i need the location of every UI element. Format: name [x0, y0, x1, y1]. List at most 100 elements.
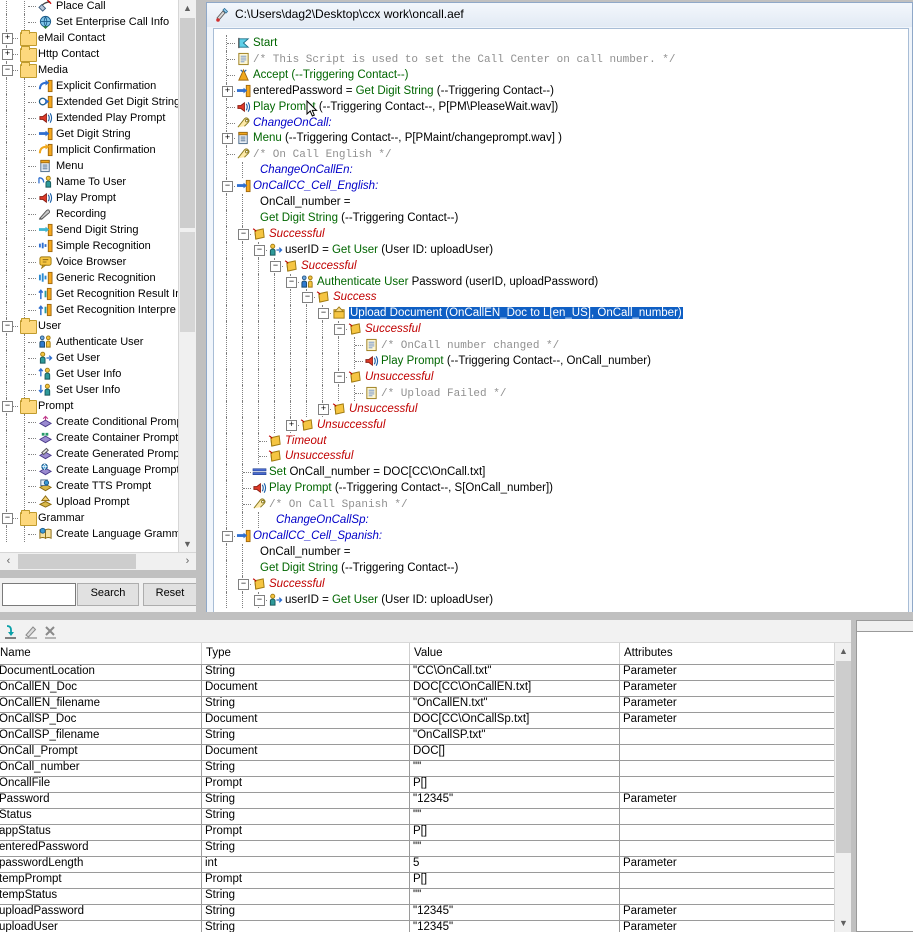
grid-scroll-up-icon[interactable]: ▲ [835, 643, 851, 660]
palette-item[interactable]: Create Container Prompt [0, 430, 178, 446]
palette-tree-panel[interactable]: Place Call Set Enterprise Call Info + eMail… [0, 0, 196, 570]
script-row[interactable]: − Upload Document (OnCallEN_Doc to L[en_U… [214, 305, 894, 321]
palette-item[interactable]: Create Generated Promp [0, 446, 178, 462]
variables-vertical-scrollbar[interactable]: ▲ ▼ [834, 643, 851, 932]
search-input[interactable] [2, 583, 76, 606]
palette-item[interactable]: Get Recognition Result In [0, 286, 178, 302]
script-row[interactable]: /* On Call English */ [214, 146, 894, 162]
script-row[interactable]: − Successful [214, 321, 894, 337]
script-row[interactable]: − Successful [214, 226, 894, 242]
script-expander-minus-icon[interactable]: − [238, 229, 249, 240]
expander-minus-icon[interactable]: − [2, 65, 13, 76]
palette-item[interactable]: Get Recognition Interpre [0, 302, 178, 318]
palette-horizontal-scrollbar[interactable]: ‹ › [0, 552, 196, 570]
script-row[interactable]: − Success [214, 289, 894, 305]
script-expander-minus-icon[interactable]: − [222, 531, 233, 542]
script-row[interactable]: Get Digit String (--Triggering Contact--… [214, 560, 894, 576]
table-row[interactable]: OnCallSP_Doc Document DOC[CC\OnCallSp.txt]… [0, 712, 851, 729]
grid-scroll-thumb[interactable] [836, 661, 851, 853]
palette-vertical-scrollbar[interactable]: ▲ ▼ [178, 0, 196, 553]
palette-item[interactable]: Set Enterprise Call Info [0, 14, 178, 30]
script-row[interactable]: Accept (--Triggering Contact--) [214, 67, 894, 83]
script-expander-plus-icon[interactable]: + [222, 133, 233, 144]
table-row[interactable]: OnCall_number String "" [0, 760, 851, 777]
script-row[interactable]: ChangeOnCall: [214, 115, 894, 131]
palette-item[interactable]: Implicit Confirmation [0, 142, 178, 158]
script-row[interactable]: ChangeOnCallEn: [214, 162, 894, 178]
scroll-thumb-upper[interactable] [180, 18, 195, 228]
column-header-name[interactable]: Name [0, 643, 201, 664]
script-expander-plus-icon[interactable]: + [318, 404, 329, 415]
table-row[interactable]: OnCall_Prompt Document DOC[] [0, 744, 851, 761]
column-header-attributes[interactable]: Attributes [619, 643, 830, 664]
palette-item[interactable]: Create Conditional Promp [0, 414, 178, 430]
reset-button[interactable]: Reset [143, 583, 197, 606]
script-row[interactable]: − Successful [214, 258, 894, 274]
script-row[interactable]: Play Prompt (--Triggering Contact--, OnC… [214, 353, 894, 369]
expander-plus-icon[interactable]: + [2, 49, 13, 60]
variables-grid[interactable]: Name Type Value Attributes DocumentLocation… [0, 643, 851, 932]
expander-plus-icon[interactable]: + [2, 33, 13, 44]
script-row[interactable]: + Menu (--Triggering Contact--, P[PMaint/… [214, 130, 894, 146]
script-canvas-scrollarea[interactable]: Start /* This Script is used to set the C… [213, 28, 909, 613]
palette-item-folder[interactable]: + Http Contact [0, 46, 178, 62]
script-row[interactable]: Set OnCall_number = DOC[CC\OnCall.txt] [214, 464, 894, 480]
script-row[interactable]: /* This Script is used to set the Call C… [214, 51, 894, 67]
palette-item[interactable]: Recording [0, 206, 178, 222]
palette-item[interactable]: Generic Recognition [0, 270, 178, 286]
grid-scroll-down-icon[interactable]: ▼ [835, 915, 851, 932]
script-row[interactable]: OnCall_number = [214, 544, 894, 560]
script-row[interactable]: /* OnCall number changed */ [214, 337, 894, 353]
scroll-right-icon[interactable]: › [179, 553, 196, 570]
palette-item[interactable]: Set User Info [0, 382, 178, 398]
palette-item[interactable]: Authenticate User [0, 334, 178, 350]
script-row[interactable]: Play Prompt (--Triggering Contact--, S[O… [214, 480, 894, 496]
table-row[interactable]: tempPrompt Prompt P[] [0, 872, 851, 889]
script-row[interactable]: Timeout [214, 433, 894, 449]
script-row[interactable]: − OnCallCC_Cell_Spanish: [214, 528, 894, 544]
palette-item[interactable]: Place Call [0, 0, 178, 14]
table-row[interactable]: DocumentLocation String "CC\OnCall.txt" Par… [0, 664, 851, 681]
column-header-type[interactable]: Type [201, 643, 409, 664]
column-header-value[interactable]: Value [409, 643, 619, 664]
table-row[interactable]: OncallFile Prompt P[] [0, 776, 851, 793]
script-expander-minus-icon[interactable]: − [238, 579, 249, 590]
table-row[interactable]: passwordLength int 5 Parameter [0, 856, 851, 873]
table-row[interactable]: uploadUser String "12345" Parameter [0, 920, 851, 932]
palette-item[interactable]: Create Language Gramm [0, 526, 178, 542]
script-tree[interactable]: Start /* This Script is used to set the C… [214, 29, 894, 612]
script-expander-minus-icon[interactable]: − [254, 595, 265, 606]
search-button[interactable]: Search [77, 583, 139, 606]
palette-item[interactable]: Explicit Confirmation [0, 78, 178, 94]
palette-item[interactable]: Voice Browser [0, 254, 178, 270]
script-expander-plus-icon[interactable]: + [222, 86, 233, 97]
palette-item[interactable]: Extended Get Digit String [0, 94, 178, 110]
vertical-splitter[interactable] [196, 0, 206, 612]
script-row[interactable]: + Unsuccessful [214, 401, 894, 417]
script-row[interactable]: OnCall_number = [214, 194, 894, 210]
palette-item[interactable]: Play Prompt [0, 190, 178, 206]
scroll-thumb-lower[interactable] [180, 232, 195, 332]
insert-variable-icon[interactable] [3, 624, 21, 640]
palette-item[interactable]: Send Digit String [0, 222, 178, 238]
hscroll-thumb[interactable] [18, 554, 136, 569]
palette-item[interactable]: Menu [0, 158, 178, 174]
script-expander-minus-icon[interactable]: − [302, 292, 313, 303]
script-expander-minus-icon[interactable]: − [254, 245, 265, 256]
palette-item[interactable]: Simple Recognition [0, 238, 178, 254]
delete-variable-icon[interactable] [43, 624, 61, 640]
palette-item-folder[interactable]: − User [0, 318, 178, 334]
script-row[interactable]: /* Upload Failed */ [214, 385, 894, 401]
table-row[interactable]: tempStatus String "" [0, 888, 851, 905]
table-row[interactable]: enteredPassword String "" [0, 840, 851, 857]
palette-item-folder[interactable]: + eMail Contact [0, 30, 178, 46]
horizontal-splitter[interactable] [0, 612, 913, 620]
expander-minus-icon[interactable]: − [2, 513, 13, 524]
script-row[interactable]: − Unsuccessful [214, 369, 894, 385]
script-row[interactable]: − Authenticate User Password (userID, upl… [214, 274, 894, 290]
table-row[interactable]: uploadPassword String "12345" Parameter [0, 904, 851, 921]
palette-item-folder[interactable]: − Media [0, 62, 178, 78]
script-expander-minus-icon[interactable]: − [222, 181, 233, 192]
script-row[interactable]: Get Digit String (--Triggering Contact--… [214, 210, 894, 226]
table-row[interactable]: OnCallSP_filename String "OnCallSP.txt" [0, 728, 851, 745]
